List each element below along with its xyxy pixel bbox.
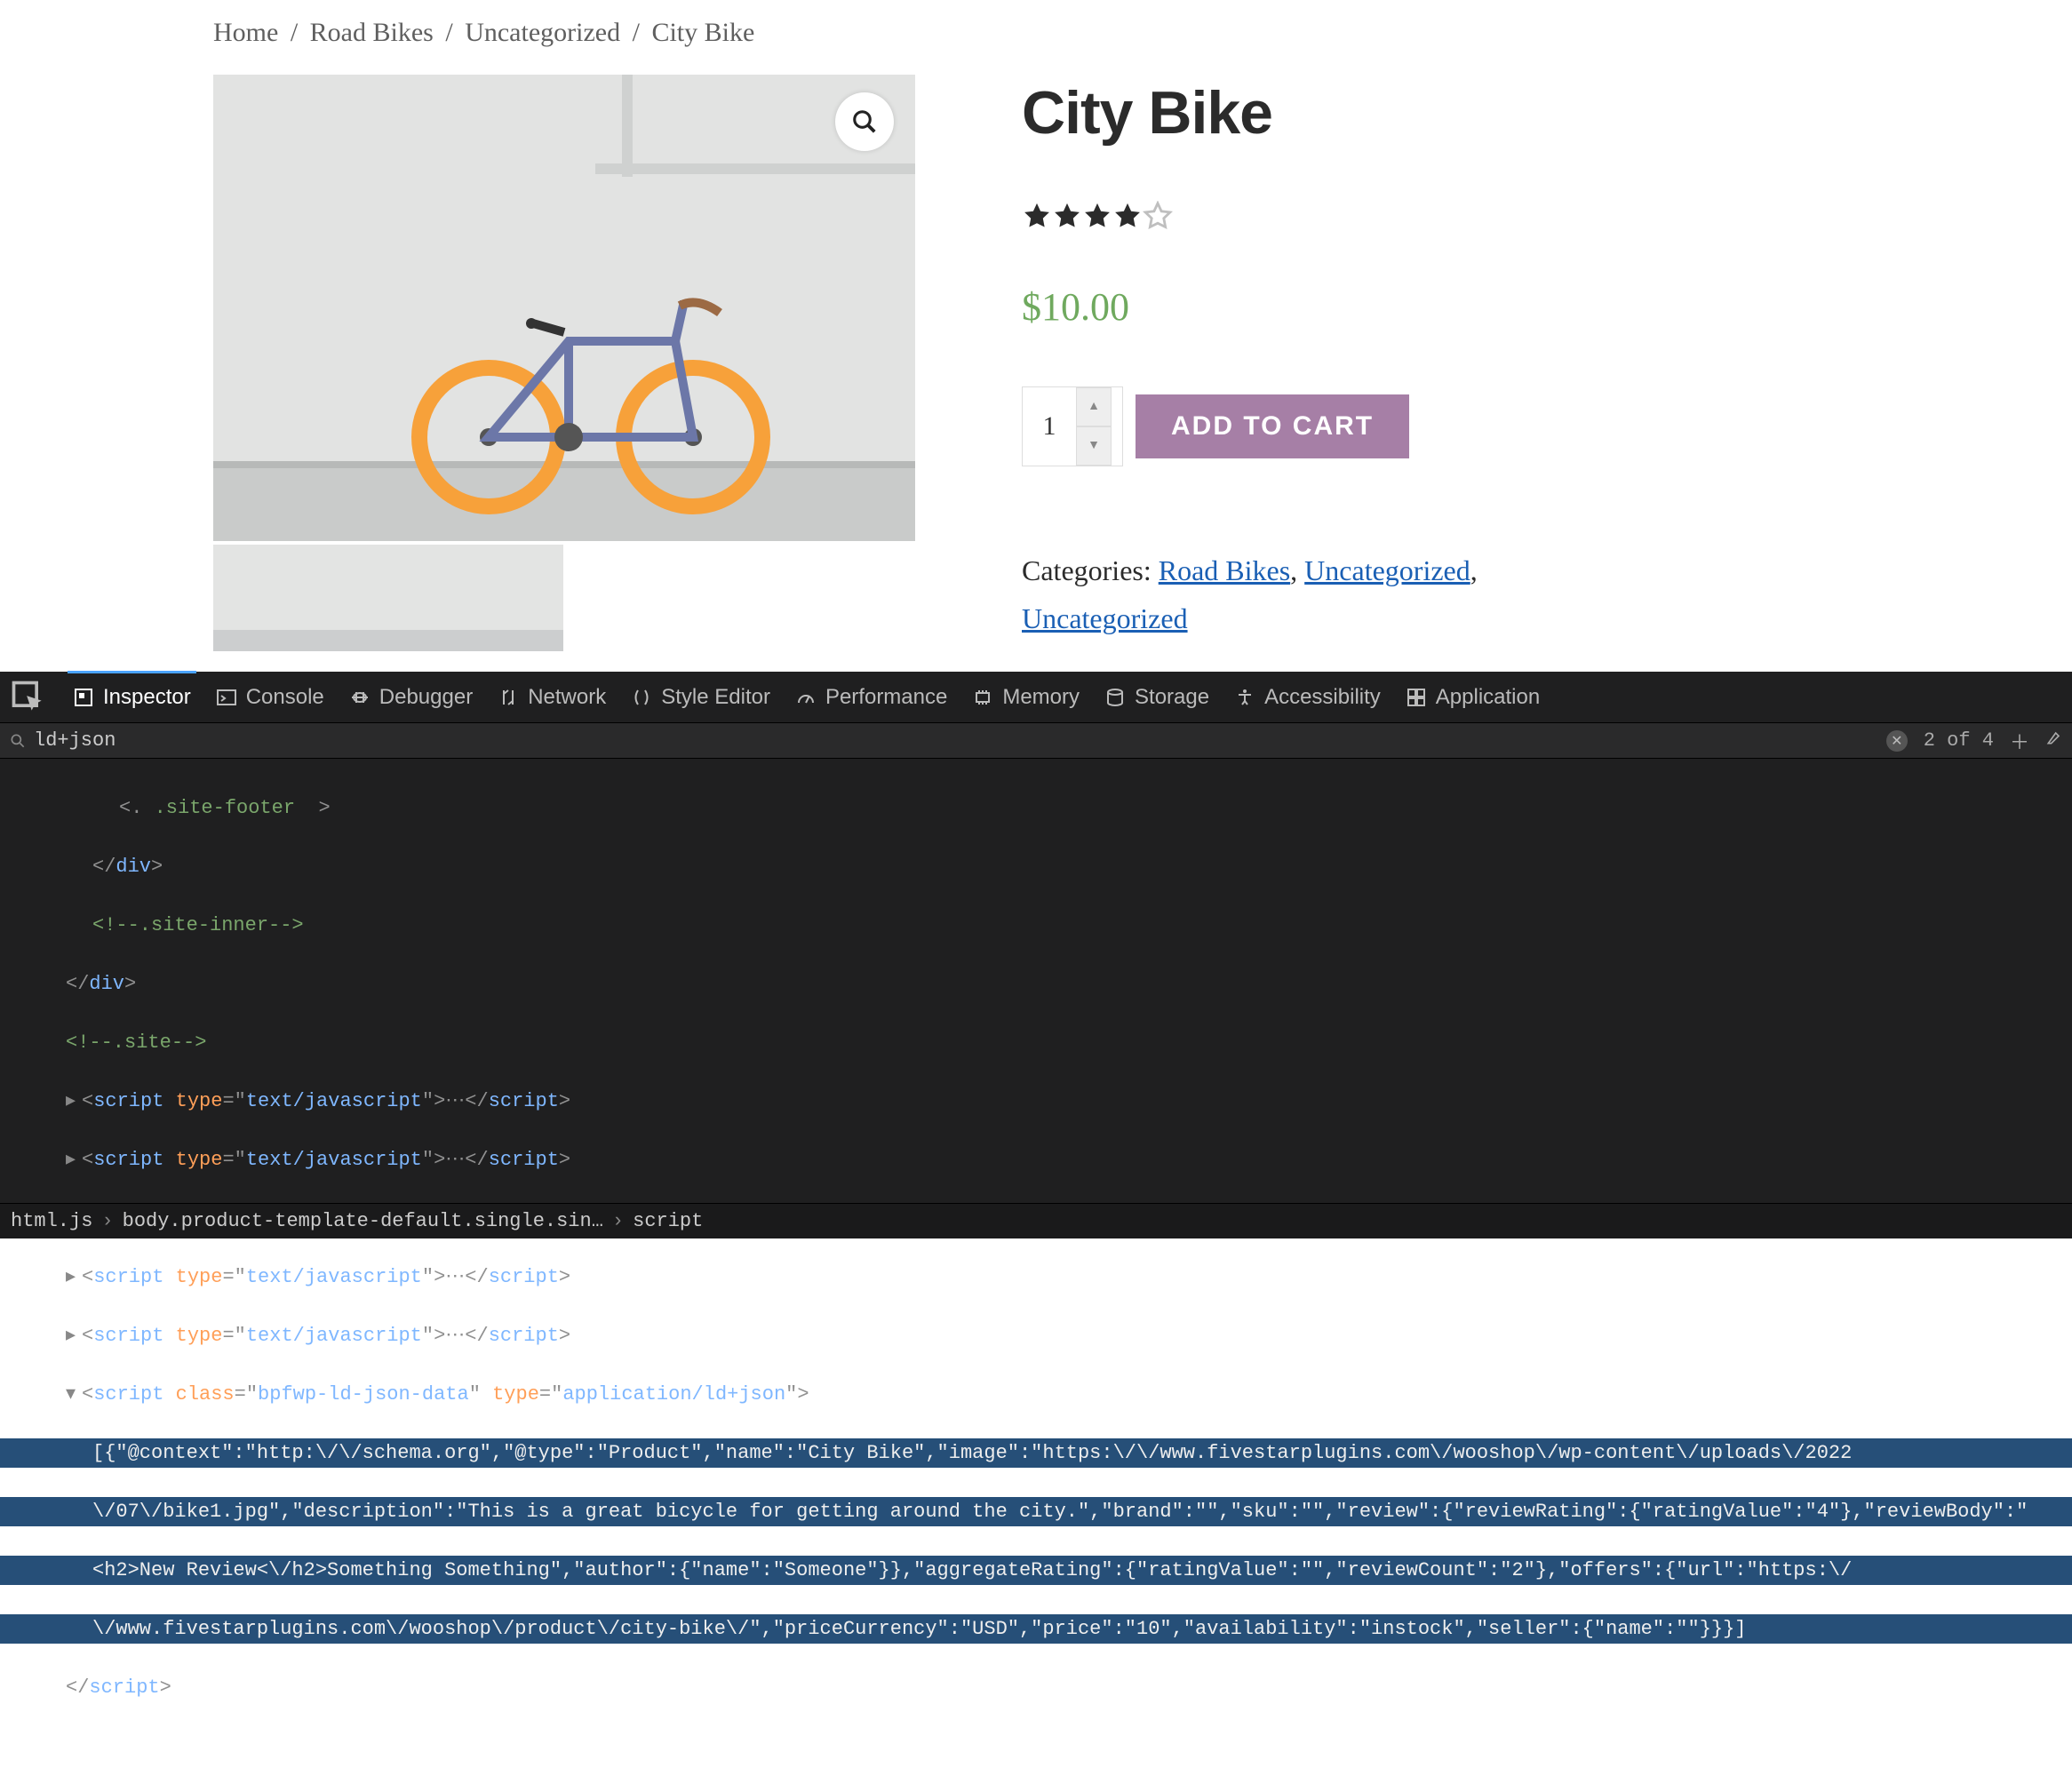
tab-label: Accessibility (1264, 685, 1381, 710)
search-match-count: 2 of 4 (1924, 729, 1994, 752)
search-add-icon[interactable]: ＋ (2010, 727, 2029, 755)
code-tag: script (93, 1149, 163, 1171)
breadcrumb-uncategorized[interactable]: Uncategorized (465, 18, 620, 47)
categories-label: Categories: (1022, 554, 1159, 586)
devtools-markup-view[interactable]: <. .site-footer > </div> <!--.site-inner… (0, 759, 2072, 1768)
breadcrumb-sep: / (445, 18, 452, 47)
devtools-search-bar: ✕ 2 of 4 ＋ (0, 723, 2072, 759)
tab-label: Application (1436, 685, 1540, 710)
code-tag: div (89, 973, 124, 995)
star-icon (1112, 201, 1143, 231)
selected-json-line[interactable]: \/07\/bike1.jpg","description":"This is … (0, 1497, 2072, 1526)
code-tag: script (93, 1325, 163, 1347)
search-clear-icon[interactable]: ✕ (1886, 730, 1908, 752)
category-link-uncategorized[interactable]: Uncategorized (1022, 602, 1188, 634)
devtools-panel: Inspector Console Debugger Network Style… (0, 672, 2072, 1238)
tab-inspector[interactable]: Inspector (73, 672, 191, 722)
qty-up-button[interactable]: ▲ (1076, 387, 1112, 426)
selected-json-line[interactable]: \/www.fivestarplugins.com\/wooshop\/prod… (0, 1614, 2072, 1644)
search-icon (9, 732, 27, 750)
devtools-search-input[interactable] (34, 729, 211, 752)
code-attr-value: text/javascript (246, 1149, 422, 1171)
tab-style-editor[interactable]: Style Editor (631, 672, 770, 722)
product-image[interactable] (213, 75, 915, 541)
tab-label: Memory (1002, 685, 1080, 710)
breadcrumb-road-bikes[interactable]: Road Bikes (310, 18, 434, 47)
tab-application[interactable]: Application (1406, 672, 1540, 722)
crumb-script[interactable]: script (633, 1210, 703, 1232)
tab-label: Debugger (379, 685, 473, 710)
breadcrumb: Home / Road Bikes / Uncategorized / City… (213, 18, 2072, 48)
tab-label: Console (246, 685, 324, 710)
tab-label: Style Editor (661, 685, 770, 710)
qty-down-button[interactable]: ▼ (1076, 426, 1112, 466)
tab-performance[interactable]: Performance (795, 672, 947, 722)
search-highlight-icon[interactable] (2045, 729, 2063, 753)
product-gallery (213, 75, 915, 651)
zoom-icon[interactable] (835, 92, 894, 151)
code-attr-value: text/javascript (246, 1090, 422, 1112)
selected-json-line[interactable]: <h2>New Review<\/h2>Something Something"… (0, 1556, 2072, 1585)
product-categories: Categories: Road Bikes, Uncategorized, U… (1022, 546, 1478, 643)
code-tag: script (93, 1090, 163, 1112)
tab-storage[interactable]: Storage (1104, 672, 1209, 722)
code-attr-value: application/ld+json (562, 1383, 785, 1406)
tab-label: Network (528, 685, 606, 710)
crumb-body[interactable]: body.product-template-default.single.sin… (123, 1210, 603, 1232)
code-comment: <!--.site-inner--> (92, 914, 304, 936)
star-icon (1052, 201, 1082, 231)
tab-accessibility[interactable]: Accessibility (1234, 672, 1381, 722)
code-tag: script (93, 1266, 163, 1288)
tab-console[interactable]: Console (216, 672, 324, 722)
quantity-input[interactable] (1023, 387, 1076, 466)
tab-label: Performance (825, 685, 947, 710)
tab-network[interactable]: Network (498, 672, 606, 722)
breadcrumb-current: City Bike (651, 18, 754, 47)
product-price: $10.00 (1022, 284, 1478, 330)
code-comment: .site-footer (155, 797, 295, 819)
tab-label: Inspector (103, 685, 191, 710)
product-info: City Bike $10.00 ▲ ▼ ADD TO CART (1022, 75, 1478, 651)
devtools-tabs: Inspector Console Debugger Network Style… (0, 672, 2072, 723)
breadcrumb-sep: / (291, 18, 298, 47)
product-title: City Bike (1022, 78, 1478, 147)
category-link-uncategorized[interactable]: Uncategorized (1304, 554, 1470, 586)
tab-debugger[interactable]: Debugger (349, 672, 473, 722)
breadcrumb-home[interactable]: Home (213, 18, 278, 47)
code-tag: script (93, 1383, 163, 1406)
crumb-html[interactable]: html.js (11, 1210, 92, 1232)
code-comment: <!--.site--> (66, 1031, 206, 1054)
element-picker-icon[interactable] (9, 678, 48, 717)
product-thumbnail[interactable] (213, 545, 563, 651)
code-attr-value: text/javascript (246, 1266, 422, 1288)
selected-json-line[interactable]: [{"@context":"http:\/\/schema.org","@typ… (0, 1438, 2072, 1468)
code-attr-value: text/javascript (246, 1325, 422, 1347)
code-attr-value: bpfwp-ld-json-data (258, 1383, 469, 1406)
product-rating[interactable] (1022, 201, 1478, 231)
code-tag: div (116, 856, 151, 878)
tab-label: Storage (1135, 685, 1209, 710)
star-icon (1143, 201, 1173, 231)
category-link-road-bikes[interactable]: Road Bikes (1159, 554, 1290, 586)
star-icon (1022, 201, 1052, 231)
breadcrumb-sep: / (633, 18, 640, 47)
devtools-breadcrumb[interactable]: html.js › body.product-template-default.… (0, 1203, 2072, 1238)
add-to-cart-button[interactable]: ADD TO CART (1136, 394, 1409, 458)
product-page: Home / Road Bikes / Uncategorized / City… (0, 0, 2072, 672)
quantity-stepper[interactable]: ▲ ▼ (1022, 386, 1123, 466)
tab-memory[interactable]: Memory (972, 672, 1080, 722)
star-icon (1082, 201, 1112, 231)
